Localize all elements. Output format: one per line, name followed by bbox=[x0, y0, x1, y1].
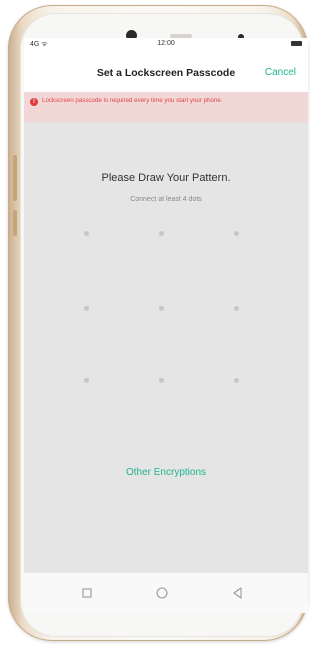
cancel-button[interactable]: Cancel bbox=[265, 67, 296, 78]
pattern-dot-8[interactable] bbox=[158, 377, 164, 383]
title-bar: Set a Lockscreen Passcode Cancel bbox=[24, 50, 308, 92]
square-icon[interactable] bbox=[80, 586, 94, 600]
volume-button-lower bbox=[13, 210, 17, 236]
triangle-back-icon[interactable] bbox=[231, 586, 245, 600]
warning-banner: ! Lockscreen passcode is required every … bbox=[24, 92, 308, 122]
screen: 4G ᯤ 12:00 Set a Lockscreen Passcode Can… bbox=[24, 38, 308, 613]
pattern-prompt: Please Draw Your Pattern. bbox=[101, 172, 231, 184]
pattern-dot-4[interactable] bbox=[83, 305, 89, 311]
pattern-hint: Connect at least 4 dots bbox=[130, 196, 202, 203]
alert-icon: ! bbox=[30, 98, 38, 106]
volume-button bbox=[13, 155, 17, 201]
status-time: 12:00 bbox=[157, 40, 175, 47]
circle-icon[interactable] bbox=[155, 586, 169, 600]
pattern-dot-7[interactable] bbox=[83, 377, 89, 383]
navigation-bar bbox=[24, 573, 308, 613]
pattern-dot-1[interactable] bbox=[83, 230, 89, 236]
banner-text: Lockscreen passcode is required every ti… bbox=[42, 97, 223, 104]
pattern-dot-2[interactable] bbox=[158, 230, 164, 236]
pattern-dot-5[interactable] bbox=[158, 305, 164, 311]
other-encryptions-link[interactable]: Other Encryptions bbox=[24, 467, 308, 478]
pattern-dot-3[interactable] bbox=[233, 230, 239, 236]
battery-icon bbox=[291, 41, 302, 46]
status-bar: 4G ᯤ 12:00 bbox=[24, 38, 308, 50]
pattern-dot-6[interactable] bbox=[233, 305, 239, 311]
pattern-dot-9[interactable] bbox=[233, 377, 239, 383]
